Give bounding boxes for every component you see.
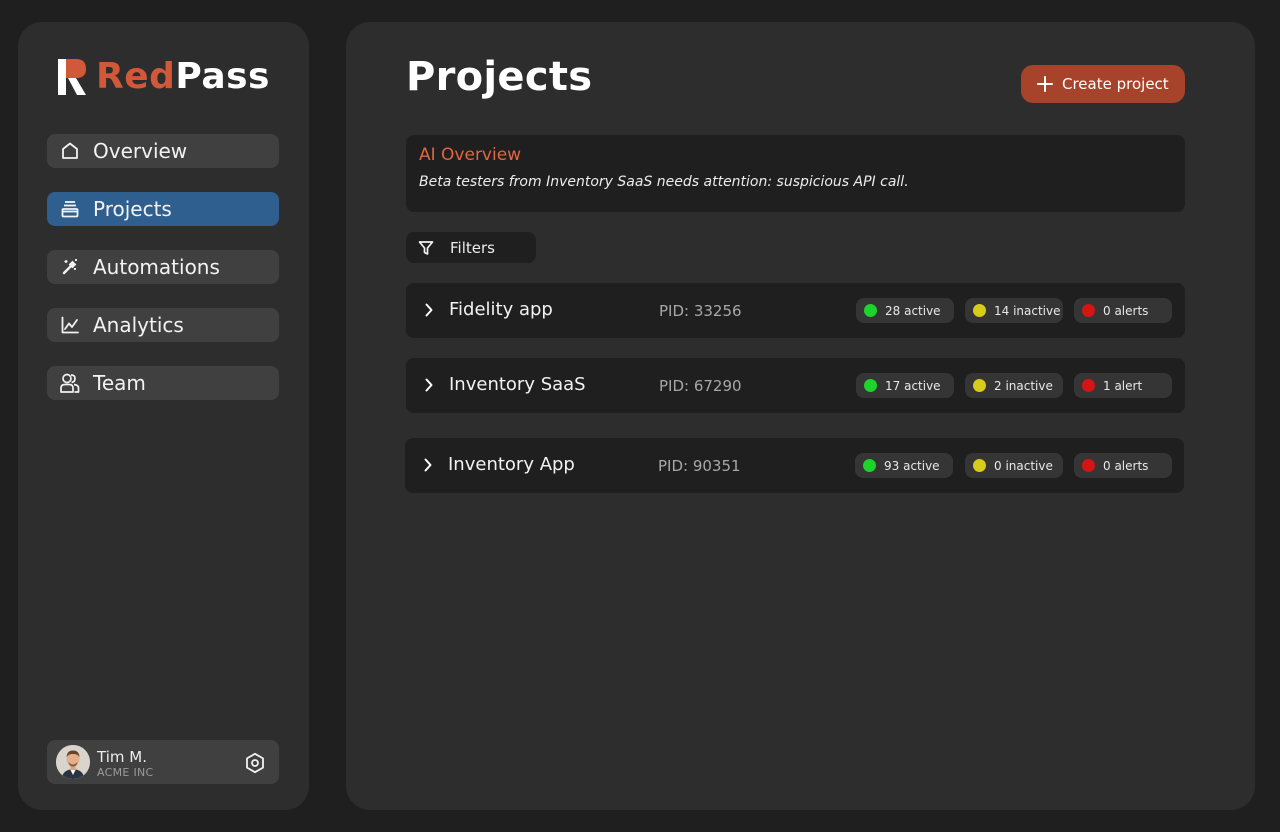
- alert-status-dot: [1082, 304, 1095, 317]
- active-status-dot: [863, 459, 876, 472]
- chevron-right-icon[interactable]: [420, 457, 436, 473]
- inactive-count-badge: 14 inactive: [965, 298, 1063, 323]
- sidebar-item-team[interactable]: Team: [47, 366, 279, 400]
- sidebar-item-automations[interactable]: Automations: [47, 250, 279, 284]
- sidebar-item-label: Projects: [93, 197, 172, 221]
- inbox-icon: [59, 198, 81, 220]
- alerts-count-badge: 1 alert: [1074, 373, 1172, 398]
- filter-icon: [418, 240, 434, 255]
- sidebar-item-analytics[interactable]: Analytics: [47, 308, 279, 342]
- user-profile-card[interactable]: Tim M. ACME INC: [47, 740, 279, 784]
- active-count-text: 17 active: [885, 378, 941, 393]
- create-project-label: Create project: [1062, 75, 1169, 93]
- page-title: Projects: [406, 54, 593, 100]
- active-count-badge: 93 active: [855, 453, 953, 478]
- active-status-dot: [864, 304, 877, 317]
- project-name: Fidelity app: [449, 299, 553, 320]
- alerts-count-text: 1 alert: [1103, 378, 1143, 393]
- inactive-count-text: 14 inactive: [994, 303, 1061, 318]
- alerts-count-text: 0 alerts: [1103, 303, 1149, 318]
- project-name: Inventory App: [448, 454, 575, 475]
- brand-logo[interactable]: Red Pass: [56, 56, 270, 98]
- alert-status-dot: [1082, 459, 1095, 472]
- magic-wand-icon: [59, 256, 81, 278]
- inactive-status-dot: [973, 459, 986, 472]
- inactive-status-dot: [973, 379, 986, 392]
- ai-overview-title: AI Overview: [419, 145, 522, 165]
- project-pid: PID: 67290: [659, 377, 742, 395]
- project-row[interactable]: Fidelity app PID: 33256 28 active 14 ina…: [406, 283, 1185, 338]
- active-status-dot: [864, 379, 877, 392]
- create-project-button[interactable]: Create project: [1021, 65, 1185, 103]
- active-count-badge: 17 active: [856, 373, 954, 398]
- brand-name-red: Red: [96, 56, 176, 97]
- project-name: Inventory SaaS: [449, 374, 586, 395]
- filters-button[interactable]: Filters: [406, 232, 536, 263]
- alerts-count-badge: 0 alerts: [1074, 453, 1172, 478]
- chevron-right-icon[interactable]: [421, 377, 437, 393]
- inactive-count-text: 2 inactive: [994, 378, 1053, 393]
- sidebar-item-label: Team: [93, 371, 146, 395]
- inactive-count-badge: 2 inactive: [965, 373, 1063, 398]
- plus-icon: [1037, 76, 1053, 92]
- project-row[interactable]: Inventory App PID: 90351 93 active 0 ina…: [405, 438, 1184, 493]
- logo-mark-icon: [58, 59, 86, 95]
- sidebar-item-label: Analytics: [93, 313, 184, 337]
- settings-hex-icon[interactable]: [243, 751, 267, 775]
- ai-overview-panel: AI Overview Beta testers from Inventory …: [406, 135, 1185, 212]
- sidebar-item-projects[interactable]: Projects: [47, 192, 279, 226]
- alerts-count-text: 0 alerts: [1103, 458, 1149, 473]
- sidebar-item-label: Overview: [93, 139, 188, 163]
- active-count-text: 93 active: [884, 458, 940, 473]
- inactive-count-badge: 0 inactive: [965, 453, 1063, 478]
- active-count-badge: 28 active: [856, 298, 954, 323]
- project-pid: PID: 90351: [658, 457, 741, 475]
- active-count-text: 28 active: [885, 303, 941, 318]
- line-chart-icon: [59, 314, 81, 336]
- inactive-count-text: 0 inactive: [994, 458, 1053, 473]
- project-pid: PID: 33256: [659, 302, 742, 320]
- sidebar-item-overview[interactable]: Overview: [47, 134, 279, 168]
- main-panel: Projects Create project AI Overview Beta…: [346, 22, 1255, 810]
- home-icon: [59, 140, 81, 162]
- inactive-status-dot: [973, 304, 986, 317]
- chevron-right-icon[interactable]: [421, 302, 437, 318]
- brand-name-white: Pass: [175, 56, 270, 97]
- user-organization: ACME INC: [97, 766, 154, 779]
- alerts-count-badge: 0 alerts: [1074, 298, 1172, 323]
- users-icon: [59, 372, 81, 394]
- ai-overview-text: Beta testers from Inventory SaaS needs a…: [419, 174, 909, 190]
- project-row[interactable]: Inventory SaaS PID: 67290 17 active 2 in…: [406, 358, 1185, 413]
- avatar[interactable]: [56, 745, 90, 779]
- user-name: Tim M.: [97, 748, 147, 766]
- alert-status-dot: [1082, 379, 1095, 392]
- filters-label: Filters: [450, 238, 495, 257]
- sidebar-item-label: Automations: [93, 255, 220, 279]
